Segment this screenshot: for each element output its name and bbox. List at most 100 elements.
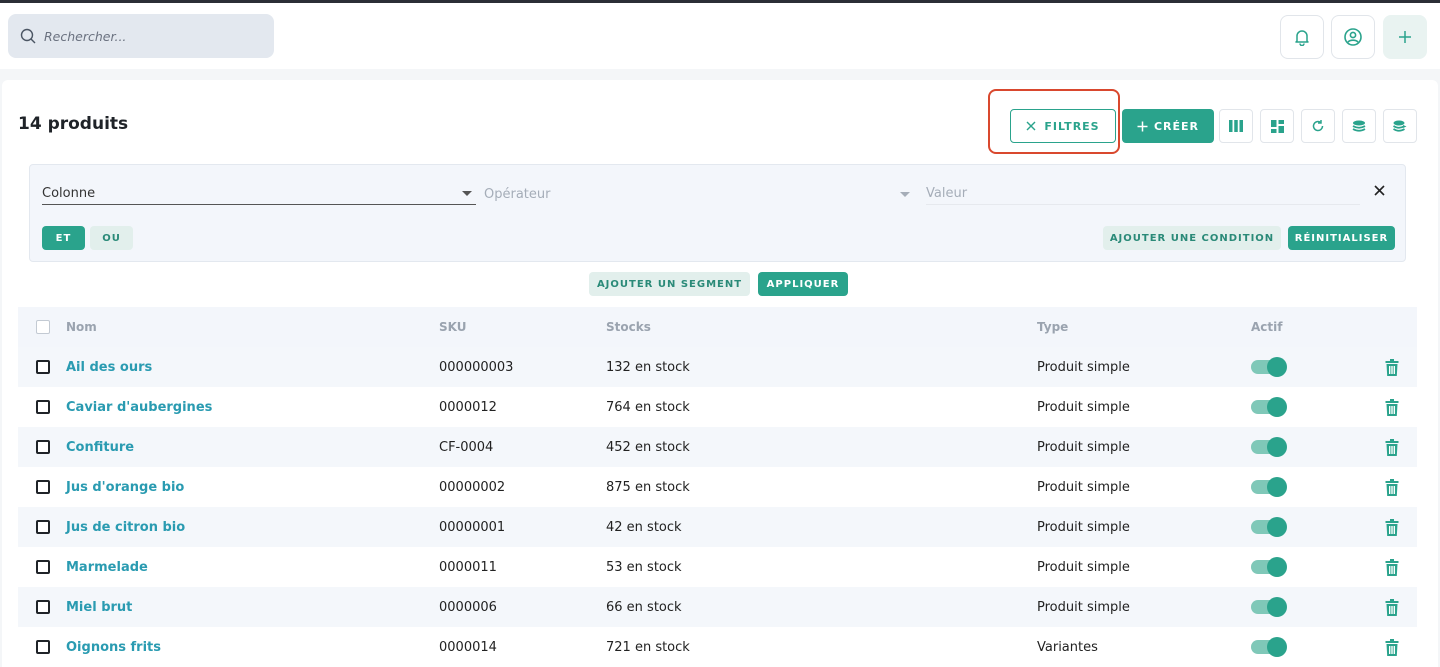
active-toggle[interactable] <box>1251 437 1287 457</box>
type-cell: Produit simple <box>1037 359 1130 375</box>
stock-cell: 66 en stock <box>606 599 682 615</box>
trash-icon <box>1385 558 1399 576</box>
top-bar <box>0 3 1440 69</box>
row-checkbox[interactable] <box>36 360 50 374</box>
name-cell: Oignons frits <box>66 627 161 667</box>
add-condition-button[interactable]: AJOUTER UNE CONDITION <box>1103 226 1281 250</box>
row-select-cell <box>36 387 50 427</box>
column-select[interactable]: Colonne <box>42 183 476 205</box>
row-checkbox[interactable] <box>36 600 50 614</box>
add-segment-button[interactable]: AJOUTER UN SEGMENT <box>589 272 750 296</box>
filters-button[interactable]: FILTRES <box>1010 109 1116 143</box>
row-checkbox[interactable] <box>36 400 50 414</box>
search-box[interactable] <box>8 14 274 58</box>
product-name-link[interactable]: Confiture <box>66 440 134 455</box>
and-toggle-button[interactable]: ET <box>42 226 85 250</box>
plus-icon <box>1137 121 1148 131</box>
sku-cell: 0000006 <box>439 599 497 615</box>
delete-button[interactable] <box>1385 558 1399 576</box>
import-button[interactable] <box>1342 109 1376 143</box>
stock-cell: 53 en stock <box>606 559 682 575</box>
trash-icon <box>1385 598 1399 616</box>
or-toggle-button[interactable]: OU <box>90 226 133 250</box>
row-checkbox[interactable] <box>36 560 50 574</box>
row-select-cell <box>36 507 50 547</box>
product-name-link[interactable]: Jus de citron bio <box>66 520 185 535</box>
operator-select[interactable]: Opérateur <box>484 183 914 205</box>
export-button[interactable] <box>1383 109 1417 143</box>
products-card: 14 produits FILTRES CRÉER Colonne Opérat… <box>2 80 1438 667</box>
name-cell: Jus d'orange bio <box>66 467 184 507</box>
header-sku[interactable]: SKU <box>439 307 466 347</box>
table-body: Ail des ours 000000003 132 en stock Prod… <box>18 347 1417 667</box>
product-name-link[interactable]: Marmelade <box>66 560 148 575</box>
active-toggle[interactable] <box>1251 637 1287 657</box>
quick-add-button[interactable] <box>1383 15 1427 59</box>
table-row: Ail des ours 000000003 132 en stock Prod… <box>18 347 1417 387</box>
export-icon <box>1393 120 1407 132</box>
delete-cell <box>1385 507 1399 547</box>
create-button[interactable]: CRÉER <box>1122 109 1214 143</box>
row-checkbox[interactable] <box>36 440 50 454</box>
active-toggle[interactable] <box>1251 397 1287 417</box>
select-all-checkbox[interactable] <box>36 320 50 334</box>
search-input[interactable] <box>44 28 264 44</box>
product-name-link[interactable]: Jus d'orange bio <box>66 480 184 495</box>
active-toggle[interactable] <box>1251 597 1287 617</box>
layout-button[interactable] <box>1260 109 1294 143</box>
reset-filters-button[interactable]: RÉINITIALISER <box>1288 226 1395 250</box>
value-field[interactable]: Valeur <box>926 183 1360 205</box>
delete-button[interactable] <box>1385 518 1399 536</box>
table-row: Caviar d'aubergines 0000012 764 en stock… <box>18 387 1417 427</box>
trash-icon <box>1385 478 1399 496</box>
header-stocks[interactable]: Stocks <box>606 307 651 347</box>
type-cell: Variantes <box>1037 639 1098 655</box>
table-header: Nom SKU Stocks Type Actif <box>18 307 1417 347</box>
active-cell <box>1251 547 1287 587</box>
refresh-button[interactable] <box>1301 109 1335 143</box>
active-toggle[interactable] <box>1251 557 1287 577</box>
product-name-link[interactable]: Caviar d'aubergines <box>66 400 212 415</box>
chevron-down-icon <box>462 191 472 196</box>
stock-cell: 875 en stock <box>606 479 690 495</box>
name-cell: Confiture <box>66 427 134 467</box>
row-select-cell <box>36 427 50 467</box>
sku-cell: 0000012 <box>439 399 497 415</box>
product-name-link[interactable]: Oignons frits <box>66 640 161 655</box>
active-toggle[interactable] <box>1251 477 1287 497</box>
notifications-button[interactable] <box>1280 15 1324 59</box>
columns-button[interactable] <box>1219 109 1253 143</box>
row-checkbox[interactable] <box>36 520 50 534</box>
delete-cell <box>1385 587 1399 627</box>
bell-icon <box>1295 30 1309 46</box>
active-toggle[interactable] <box>1251 357 1287 377</box>
name-cell: Caviar d'aubergines <box>66 387 212 427</box>
table-row: Miel brut 0000006 66 en stock Produit si… <box>18 587 1417 627</box>
stock-cell: 764 en stock <box>606 399 690 415</box>
trash-icon <box>1385 638 1399 656</box>
delete-cell <box>1385 427 1399 467</box>
active-toggle[interactable] <box>1251 517 1287 537</box>
header-active[interactable]: Actif <box>1251 307 1282 347</box>
row-checkbox[interactable] <box>36 640 50 654</box>
header-type[interactable]: Type <box>1037 307 1068 347</box>
type-cell: Produit simple <box>1037 519 1130 535</box>
delete-button[interactable] <box>1385 478 1399 496</box>
remove-condition-button[interactable] <box>1374 181 1385 201</box>
delete-button[interactable] <box>1385 438 1399 456</box>
row-checkbox[interactable] <box>36 480 50 494</box>
delete-button[interactable] <box>1385 598 1399 616</box>
header-name[interactable]: Nom <box>66 307 97 347</box>
delete-button[interactable] <box>1385 398 1399 416</box>
delete-button[interactable] <box>1385 358 1399 376</box>
delete-button[interactable] <box>1385 638 1399 656</box>
product-name-link[interactable]: Miel brut <box>66 600 132 615</box>
product-name-link[interactable]: Ail des ours <box>66 360 152 375</box>
row-select-cell <box>36 627 50 667</box>
active-cell <box>1251 507 1287 547</box>
table-row: Jus de citron bio 00000001 42 en stock P… <box>18 507 1417 547</box>
apply-button[interactable]: APPLIQUER <box>758 272 848 296</box>
trash-icon <box>1385 518 1399 536</box>
filters-button-label: FILTRES <box>1044 119 1100 133</box>
account-button[interactable] <box>1331 15 1375 59</box>
